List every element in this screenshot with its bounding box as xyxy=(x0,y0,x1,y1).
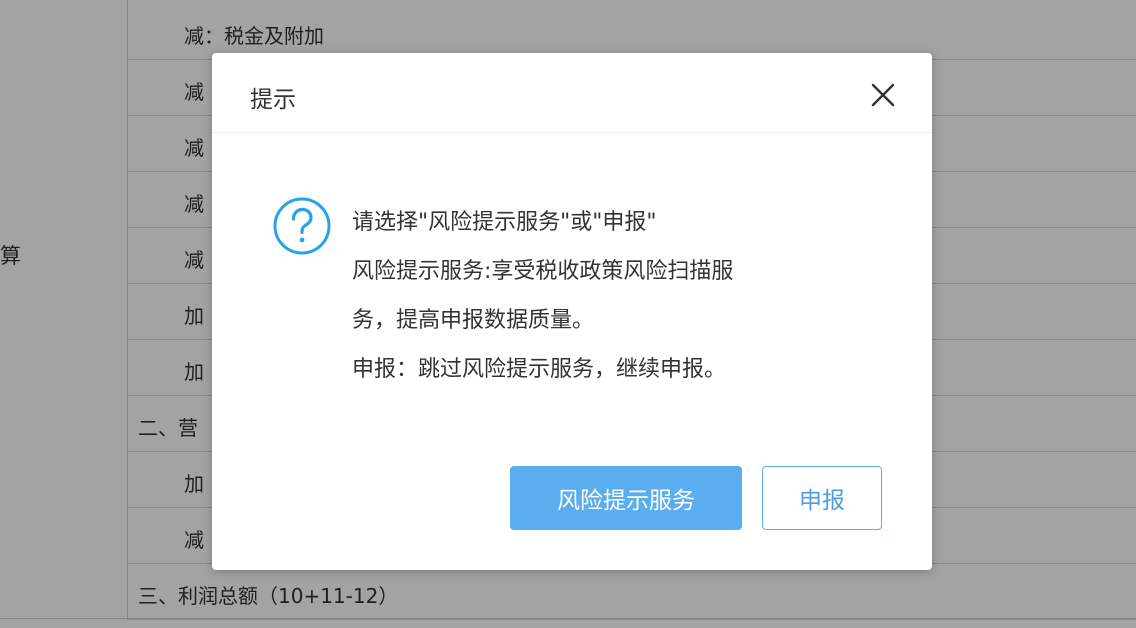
message-line: 申报：跳过风险提示服务，继续申报。 xyxy=(352,357,727,382)
dialog-header: 提示 xyxy=(212,53,932,133)
risk-warning-service-button[interactable]: 风险提示服务 xyxy=(510,466,742,530)
prompt-dialog: 提示 请选择"风险提示服务"或"申报" 风险提示服务:享受税收政策风险扫描服 务… xyxy=(212,53,932,570)
close-icon xyxy=(871,83,895,107)
message-line: 务，提高申报数据质量。 xyxy=(352,308,595,333)
message-line: 请选择"风险提示服务"或"申报" xyxy=(352,210,657,235)
dialog-title: 提示 xyxy=(250,87,296,113)
dialog-message: 请选择"风险提示服务"或"申报" 风险提示服务:享受税收政策风险扫描服 务，提高… xyxy=(352,198,872,394)
question-circle-icon xyxy=(272,196,332,256)
close-button[interactable] xyxy=(868,80,898,110)
message-line: 风险提示服务:享受税收政策风险扫描服 xyxy=(352,259,734,284)
declare-button[interactable]: 申报 xyxy=(762,466,882,530)
